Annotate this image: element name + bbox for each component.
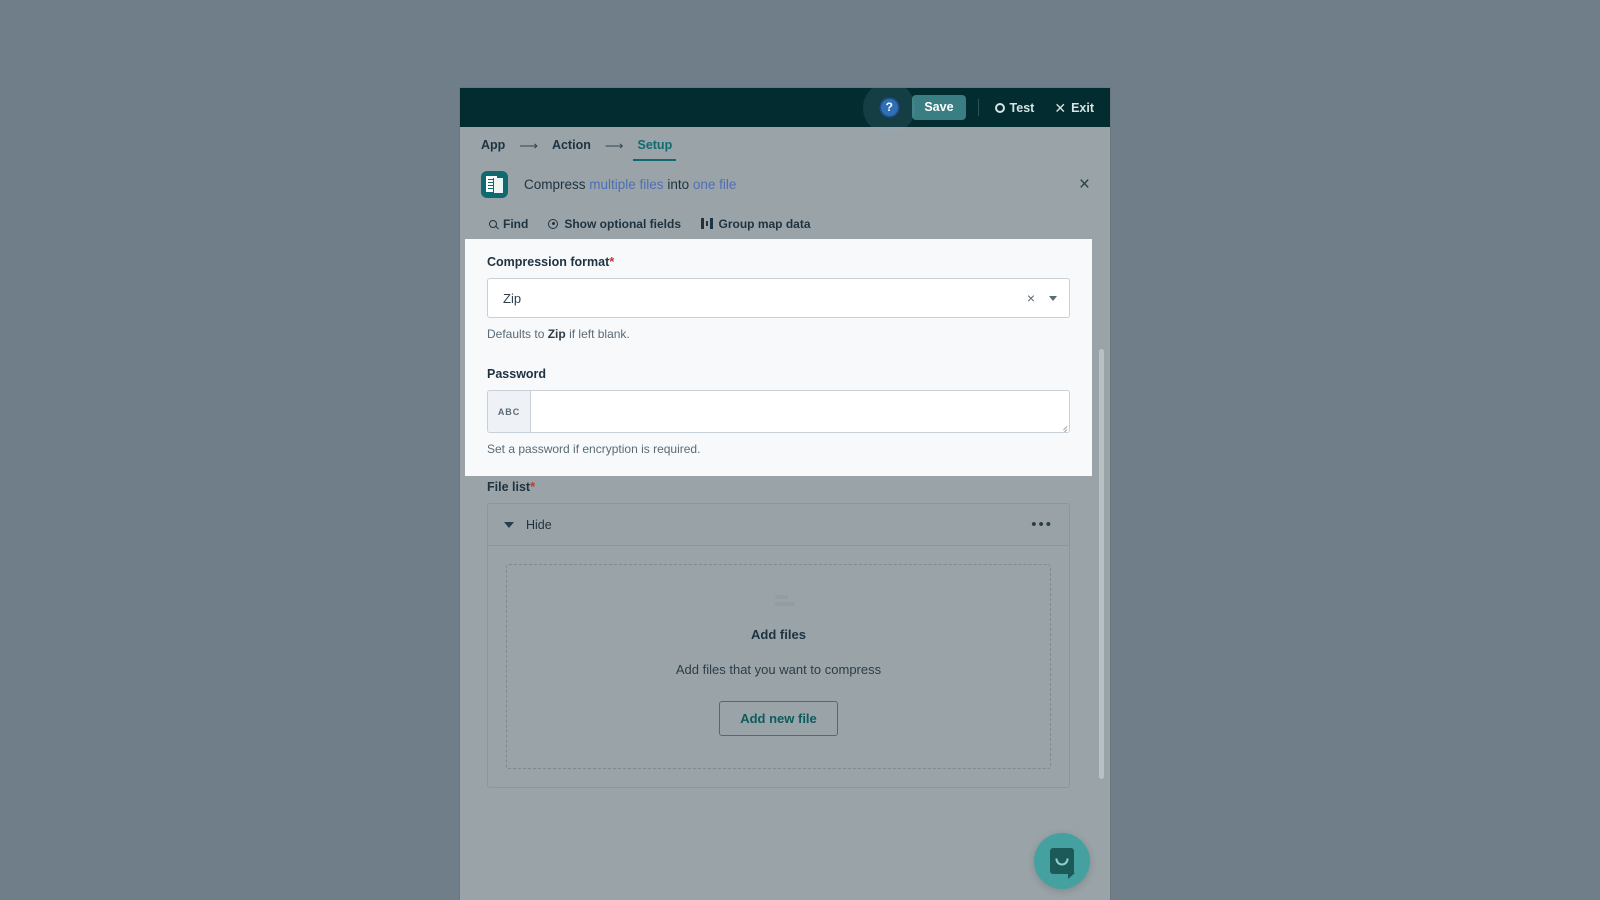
group-map-data-label: Group map data: [718, 216, 811, 231]
action-title: Compress multiple files into one file: [524, 177, 736, 192]
test-label: Test: [1009, 100, 1035, 115]
form-scrollbar-thumb[interactable]: [1099, 349, 1104, 779]
close-icon: ✕: [1054, 99, 1067, 116]
breadcrumb-arrow-icon: ⟶: [604, 138, 624, 153]
find-button[interactable]: Find: [489, 217, 528, 231]
file-list-label-text: File list: [487, 480, 531, 494]
file-list-menu-button[interactable]: •••: [1031, 517, 1053, 532]
form-scrollbar-track[interactable]: [1097, 239, 1105, 884]
form-area: Compression format* Zip × Defaults to Zi…: [460, 239, 1110, 884]
eye-icon: [548, 218, 559, 229]
action-title-var1: multiple files: [589, 177, 664, 192]
password-field-row: ABC: [487, 390, 1070, 433]
compression-format-select[interactable]: Zip ×: [487, 278, 1070, 318]
show-optional-fields-label: Show optional fields: [564, 216, 681, 231]
chat-bubble-icon: [1050, 848, 1075, 879]
helper-suffix: if left blank.: [569, 327, 630, 341]
breadcrumb-item-app[interactable]: App: [481, 138, 505, 161]
group-map-data-button[interactable]: Group map data: [701, 217, 811, 231]
action-header: Compress multiple files into one file ×: [460, 161, 1110, 208]
action-title-mid: into: [667, 177, 690, 192]
test-button[interactable]: Test: [990, 97, 1040, 119]
close-modal-button[interactable]: ×: [1079, 175, 1090, 194]
compression-format-value: Zip: [503, 290, 522, 306]
dropzone-title: Add files: [751, 627, 806, 642]
compression-format-label: Compression format*: [487, 254, 1070, 269]
chevron-down-icon[interactable]: [504, 521, 514, 528]
highlighted-fields-panel: Compression format* Zip × Defaults to Zi…: [465, 239, 1092, 476]
file-list-card: Hide ••• Add files Add files that you wa…: [487, 503, 1070, 788]
file-list-body: Add files Add files that you want to com…: [488, 546, 1069, 787]
password-input[interactable]: [531, 391, 1069, 432]
compress-files-icon: [481, 171, 508, 198]
helper-bold: Zip: [547, 327, 566, 341]
chevron-down-icon[interactable]: [1049, 295, 1057, 301]
password-label: Password: [487, 367, 547, 381]
show-optional-fields-button[interactable]: Show optional fields: [548, 217, 681, 231]
find-label: Find: [503, 216, 529, 231]
file-list-section: File list* Hide ••• Add files Add files …: [465, 479, 1092, 788]
action-title-prefix: Compress: [524, 177, 586, 192]
breadcrumb: App ⟶ Action ⟶ Setup: [460, 127, 1110, 161]
search-icon: [489, 219, 497, 228]
help-circle-icon: ?: [880, 99, 898, 116]
file-list-toggle[interactable]: Hide: [526, 518, 552, 532]
breadcrumb-item-setup[interactable]: Setup: [633, 138, 676, 161]
helper-prefix: Defaults to: [487, 327, 545, 341]
add-files-dropzone[interactable]: Add files Add files that you want to com…: [506, 564, 1051, 769]
required-marker: *: [530, 479, 536, 494]
field-toolbar: Find Show optional fields Group map data: [460, 208, 1110, 239]
action-setup-modal: ? Save Test ✕ Exit App ⟶ Action ⟶ Setup: [460, 88, 1110, 900]
compression-format-label-text: Compression format: [487, 255, 610, 269]
clear-selection-icon[interactable]: ×: [1019, 290, 1043, 306]
action-title-var2: one file: [692, 177, 737, 192]
file-list-label: File list*: [487, 479, 1070, 494]
password-helper: Set a password if encryption is required…: [487, 442, 701, 456]
breadcrumb-arrow-icon: ⟶: [519, 138, 538, 153]
dropzone-subtitle: Add files that you want to compress: [675, 662, 882, 677]
help-button[interactable]: ?: [863, 88, 916, 134]
modal-topbar: ? Save Test ✕ Exit: [460, 88, 1110, 134]
file-placeholder-icon: [761, 594, 797, 611]
gear-icon: [994, 102, 1005, 113]
add-new-file-button[interactable]: Add new file: [719, 701, 838, 736]
breadcrumb-item-action[interactable]: Action: [552, 138, 591, 161]
text-type-badge[interactable]: ABC: [488, 391, 531, 432]
chat-launcher-button[interactable]: [1034, 833, 1090, 889]
toolbar-divider: [977, 99, 979, 116]
required-marker: *: [609, 254, 615, 269]
exit-button[interactable]: ✕ Exit: [1049, 97, 1099, 119]
file-list-header: Hide •••: [488, 504, 1069, 546]
group-bars-icon: [701, 218, 713, 229]
save-button[interactable]: Save: [912, 95, 966, 120]
smile-icon: [1055, 858, 1069, 866]
exit-label: Exit: [1071, 100, 1094, 115]
compression-format-helper: Defaults to Zip if left blank.: [487, 327, 1070, 341]
